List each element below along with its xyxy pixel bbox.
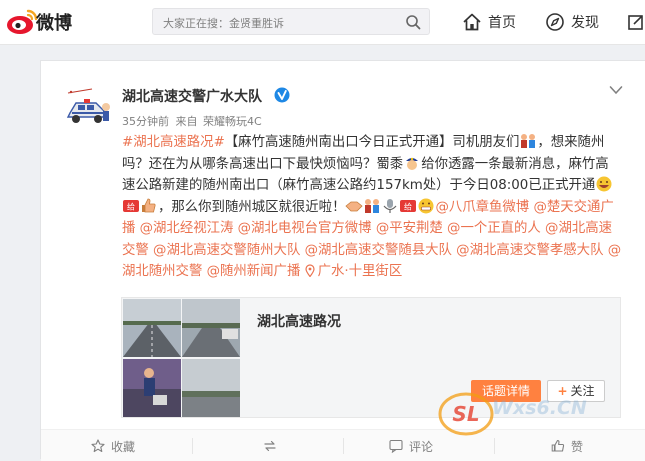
svg-text:给: 给 [404,201,412,211]
weibo-eye-icon [7,9,38,34]
mention-link[interactable]: @湖北高速交警孝感大队 [456,243,603,258]
action-divider [343,438,344,454]
like-label: 赞 [571,439,584,454]
laugh-emoji-icon [596,176,612,192]
post-text: #湖北高速路况#【麻竹高速随州南出口今日正式开通】司机朋友们 ，想来随州吗？还在为… [122,132,622,283]
gift-emoji-icon: 给 [400,199,417,212]
grin-emoji-icon [418,198,434,213]
favorite-label: 收藏 [111,439,136,454]
action-divider [192,438,193,454]
mention-link[interactable]: @湖北电视台官方微博 [238,221,372,236]
family-emoji-icon [521,134,536,148]
mention-link[interactable]: @八爪章鱼微博 [435,200,529,215]
source-prefix: 来自 [175,115,198,128]
follow-label: 关注 [570,384,595,398]
post-source[interactable]: 荣耀畅玩4C [203,115,262,128]
mention-link[interactable]: @平安荆楚 [376,221,443,236]
family-emoji-icon [365,198,380,213]
comment-icon [389,439,403,453]
home-icon [463,13,481,31]
compass-icon [546,13,564,31]
search-icon[interactable] [405,14,421,30]
highway-photo-icon [182,299,240,357]
nav-edit[interactable] [626,11,645,33]
topic-thumbnail [123,359,181,417]
edit-icon [628,15,643,30]
verified-badge-icon [274,87,290,103]
location-label: 广水·十里街区 [317,264,403,279]
nav-home[interactable]: 首页 [462,11,516,33]
handshake-emoji-icon [345,201,364,211]
avatar[interactable] [62,83,112,133]
location-link[interactable]: 广水·十里街区 [305,264,403,279]
favorite-button[interactable]: 收藏 [91,438,135,454]
post-meta: 35分钟前 来自 荣耀畅玩4C [122,113,262,129]
highway-photo-icon [123,299,181,357]
thumbs-up-emoji-icon [142,198,156,212]
action-divider [494,438,495,454]
site-watermark-logo: SL [438,392,494,436]
repost-icon [264,440,276,452]
chevron-down-icon[interactable] [609,85,623,95]
post-time[interactable]: 35分钟前 [122,115,169,128]
gift-emoji-icon: 给 [123,199,139,212]
thumbs-up-icon [551,439,565,452]
topic-thumbnail [123,299,181,357]
topic-thumbnail [182,359,240,417]
police-emoji-icon [406,157,419,170]
repost-button[interactable] [263,438,283,454]
account-name[interactable]: 湖北高速交警广水大队 [122,86,262,106]
star-icon [91,439,105,453]
location-pin-icon [305,264,315,277]
logo-text: 微博 [36,13,72,34]
comment-label: 评论 [409,439,434,454]
mention-link[interactable]: @湖北经视江涛 [140,221,234,236]
mention-link[interactable]: @湖北高速交警随州大队 [153,243,300,258]
site-watermark-text: Wxs6.CN [492,397,587,419]
comment-button[interactable]: 评论 [389,438,433,454]
nav-discover-label: 发现 [571,15,599,31]
hashtag-link[interactable]: #湖北高速路况# [122,135,225,150]
plus-icon: + [557,384,568,398]
mention-link[interactable]: @随州新闻广播 [207,264,301,279]
highway-photo-icon [182,359,240,417]
mention-link[interactable]: @湖北高速交警随县大队 [305,243,452,258]
microphone-emoji-icon [384,198,397,213]
post-action-bar: 收藏 评论 赞 [41,429,645,461]
post-text-part: ，那么你到随州城区就很近啦！ [158,199,346,215]
mention-link[interactable]: @一个正直的人 [447,221,541,236]
svg-text:SL: SL [452,402,479,426]
top-nav-bar: 微博 大家正在搜：金贤重胜诉 首页 发现 [0,0,645,45]
police-car-avatar-icon [62,83,112,133]
post-text-part: 【麻竹高速随州南出口今日正式开通】司机朋友们 [224,135,520,150]
search-box[interactable]: 大家正在搜：金贤重胜诉 [152,8,430,35]
nav-home-label: 首页 [488,15,516,31]
svg-text:给: 给 [127,201,135,211]
search-input[interactable]: 大家正在搜：金贤重胜诉 [163,15,284,31]
officer-photo-icon [123,359,181,417]
topic-thumbnail [182,299,240,357]
like-button[interactable]: 赞 [551,438,583,454]
nav-discover[interactable]: 发现 [545,11,599,33]
topic-title[interactable]: 湖北高速路况 [257,311,341,331]
